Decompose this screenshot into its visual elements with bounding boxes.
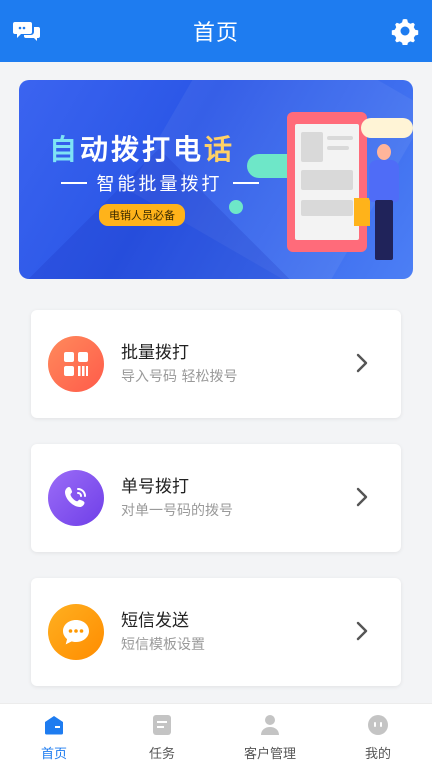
banner-title: 自动拨打电话: [49, 128, 235, 168]
person-illustration: [377, 144, 391, 160]
card-subtitle: 短信模板设置: [121, 637, 205, 653]
grid-icon: [48, 336, 104, 392]
phone-illustration: [287, 112, 367, 252]
chevron-right-icon: [351, 620, 373, 642]
phone-line: [327, 136, 353, 140]
bottom-tab-bar: 首页 任务 客户管理 我的: [0, 703, 432, 768]
person-illustration: [369, 160, 399, 202]
banner-subtitle: 智能批量拨打: [37, 170, 282, 196]
chevron-right-icon: [351, 486, 373, 508]
home-icon: [42, 713, 66, 737]
phone-line: [327, 146, 349, 150]
phone-line: [301, 200, 353, 216]
batch-dial-card[interactable]: 批量拨打 导入号码 轻松拨号: [31, 310, 401, 418]
tab-label: 任务: [148, 747, 175, 762]
tab-label: 客户管理: [243, 747, 296, 762]
chevron-right-icon: [351, 352, 373, 374]
top-app-bar: 首页: [0, 0, 432, 62]
banner-title-part: 自: [49, 133, 81, 166]
tab-customer-management[interactable]: 客户管理: [216, 704, 324, 768]
single-dial-card[interactable]: 单号拨打 对单一号码的拨号: [31, 444, 401, 552]
card-subtitle: 对单一号码的拨号: [121, 503, 233, 519]
chat-bubbles-icon[interactable]: [12, 16, 42, 46]
sms-send-card[interactable]: 短信发送 短信模板设置: [31, 578, 401, 686]
page-title: 首页: [192, 21, 239, 46]
card-subtitle: 导入号码 轻松拨号: [121, 369, 238, 385]
banner-title-part: 动拨打电: [80, 133, 205, 166]
profile-icon: [366, 713, 390, 737]
phone-screen: [295, 124, 359, 240]
banner-decoration: [354, 198, 370, 226]
promo-banner[interactable]: 自动拨打电话 智能批量拨打 电销人员必备: [19, 80, 413, 279]
banner-title-part: 话: [204, 133, 236, 166]
card-title: 短信发送: [121, 611, 189, 631]
banner-subtitle-text: 智能批量拨打: [96, 174, 223, 195]
message-icon: [48, 604, 104, 660]
task-icon: [150, 713, 174, 737]
banner-tag: 电销人员必备: [99, 204, 185, 226]
person-illustration: [375, 200, 393, 260]
phone-icon: [48, 470, 104, 526]
tab-task[interactable]: 任务: [108, 704, 216, 768]
divider: [232, 182, 259, 184]
phone-line: [301, 132, 323, 162]
phone-line: [301, 170, 353, 190]
customer-icon: [258, 713, 282, 737]
card-title: 单号拨打: [121, 477, 189, 497]
divider: [60, 182, 87, 184]
tab-home[interactable]: 首页: [0, 704, 108, 768]
card-title: 批量拨打: [121, 343, 189, 363]
tab-label: 首页: [40, 747, 67, 762]
banner-decoration: [229, 200, 243, 214]
tab-profile[interactable]: 我的: [324, 704, 432, 768]
tab-label: 我的: [364, 747, 391, 762]
speech-bubble-illustration: [361, 118, 413, 138]
gear-icon[interactable]: [390, 16, 420, 46]
